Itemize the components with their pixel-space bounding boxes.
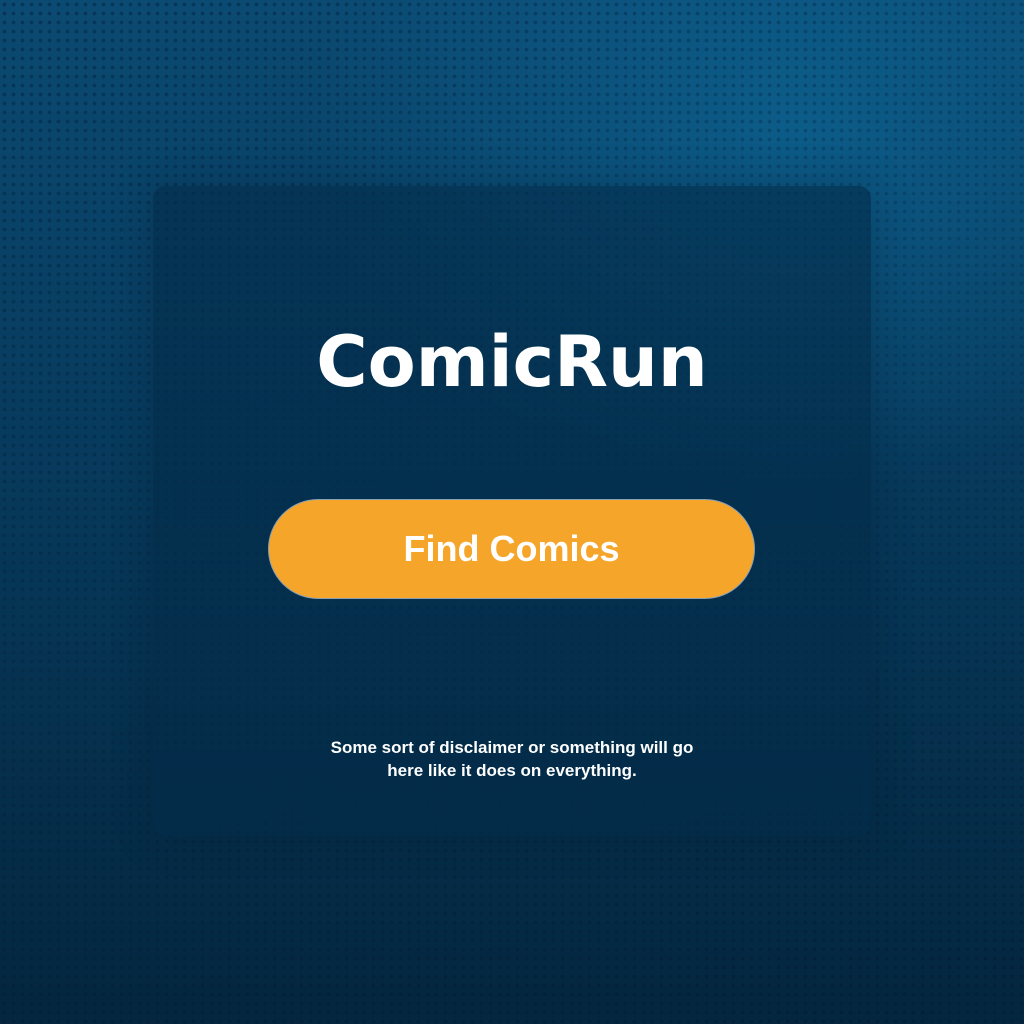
- disclaimer-line-2: here like it does on everything.: [387, 761, 637, 780]
- disclaimer-text: Some sort of disclaimer or something wil…: [312, 736, 712, 782]
- find-comics-label: Find Comics: [403, 528, 620, 569]
- app-title: ComicRun: [316, 321, 708, 403]
- find-comics-button[interactable]: Find Comics: [268, 499, 755, 599]
- disclaimer-line-1: Some sort of disclaimer or something wil…: [330, 738, 694, 757]
